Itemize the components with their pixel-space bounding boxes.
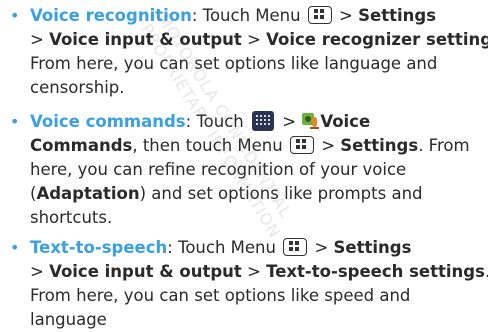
text: ) and set options like prompts and: [139, 184, 423, 203]
line: here, you can refine recognition of your…: [30, 160, 407, 179]
menu-path: Text-to-speech settings: [266, 262, 485, 281]
menu-path: Settings: [358, 6, 437, 25]
text: , then touch Menu: [132, 136, 288, 155]
line: (Adaptation) and set options like prompt…: [30, 182, 423, 206]
menu-path: Settings: [333, 238, 412, 257]
app-name: Voice: [320, 112, 371, 131]
item-title: Text-to-speech: [30, 238, 168, 257]
text: >: [277, 112, 302, 131]
line: > Voice input & output > Voice recognize…: [30, 28, 488, 52]
menu-key-icon: [283, 237, 308, 256]
menu-key-icon: [307, 5, 332, 24]
text: >: [333, 6, 359, 25]
apps-launcher-icon: [252, 110, 274, 131]
item-title: Voice recognition: [30, 6, 192, 25]
text: >: [309, 238, 334, 257]
menu-path: Settings: [340, 136, 419, 155]
menu-path: Voice input & output: [49, 262, 242, 281]
menu-key-icon: [289, 135, 314, 154]
term: Adaptation: [36, 184, 140, 203]
text: : Touch: [185, 112, 249, 131]
line: censorship.: [30, 78, 125, 97]
bullet: •: [10, 6, 20, 25]
line: Voice recognition: Touch Menu > Settings: [30, 4, 436, 28]
line: From here, you can set options like spee…: [30, 286, 411, 305]
menu-path: Voice input & output: [49, 30, 242, 49]
item-title: Voice commands: [30, 112, 186, 131]
line: shortcuts.: [30, 208, 113, 227]
bullet: •: [10, 238, 20, 257]
text: >: [241, 30, 267, 49]
line: > Voice input & output > Text-to-speech …: [30, 260, 488, 284]
line: From here, you can set options like lang…: [30, 54, 438, 73]
text: . From: [418, 136, 470, 155]
text: >: [30, 262, 50, 281]
line: Commands, then touch Menu > Settings. Fr…: [30, 134, 470, 158]
menu-path: Voice recognizer settings: [266, 30, 488, 49]
line: Text-to-speech: Touch Menu > Settings: [30, 236, 411, 260]
text: >: [241, 262, 267, 281]
bullet: •: [10, 112, 20, 131]
text: >: [30, 30, 50, 49]
text: : Touch Menu: [167, 238, 282, 257]
voice-commands-icon: [301, 111, 320, 131]
line: Voice commands: Touch > Voice: [30, 110, 370, 134]
text: : Touch Menu: [191, 6, 306, 25]
text: >: [315, 136, 341, 155]
app-name: Commands: [30, 136, 133, 155]
line: language: [30, 310, 107, 329]
